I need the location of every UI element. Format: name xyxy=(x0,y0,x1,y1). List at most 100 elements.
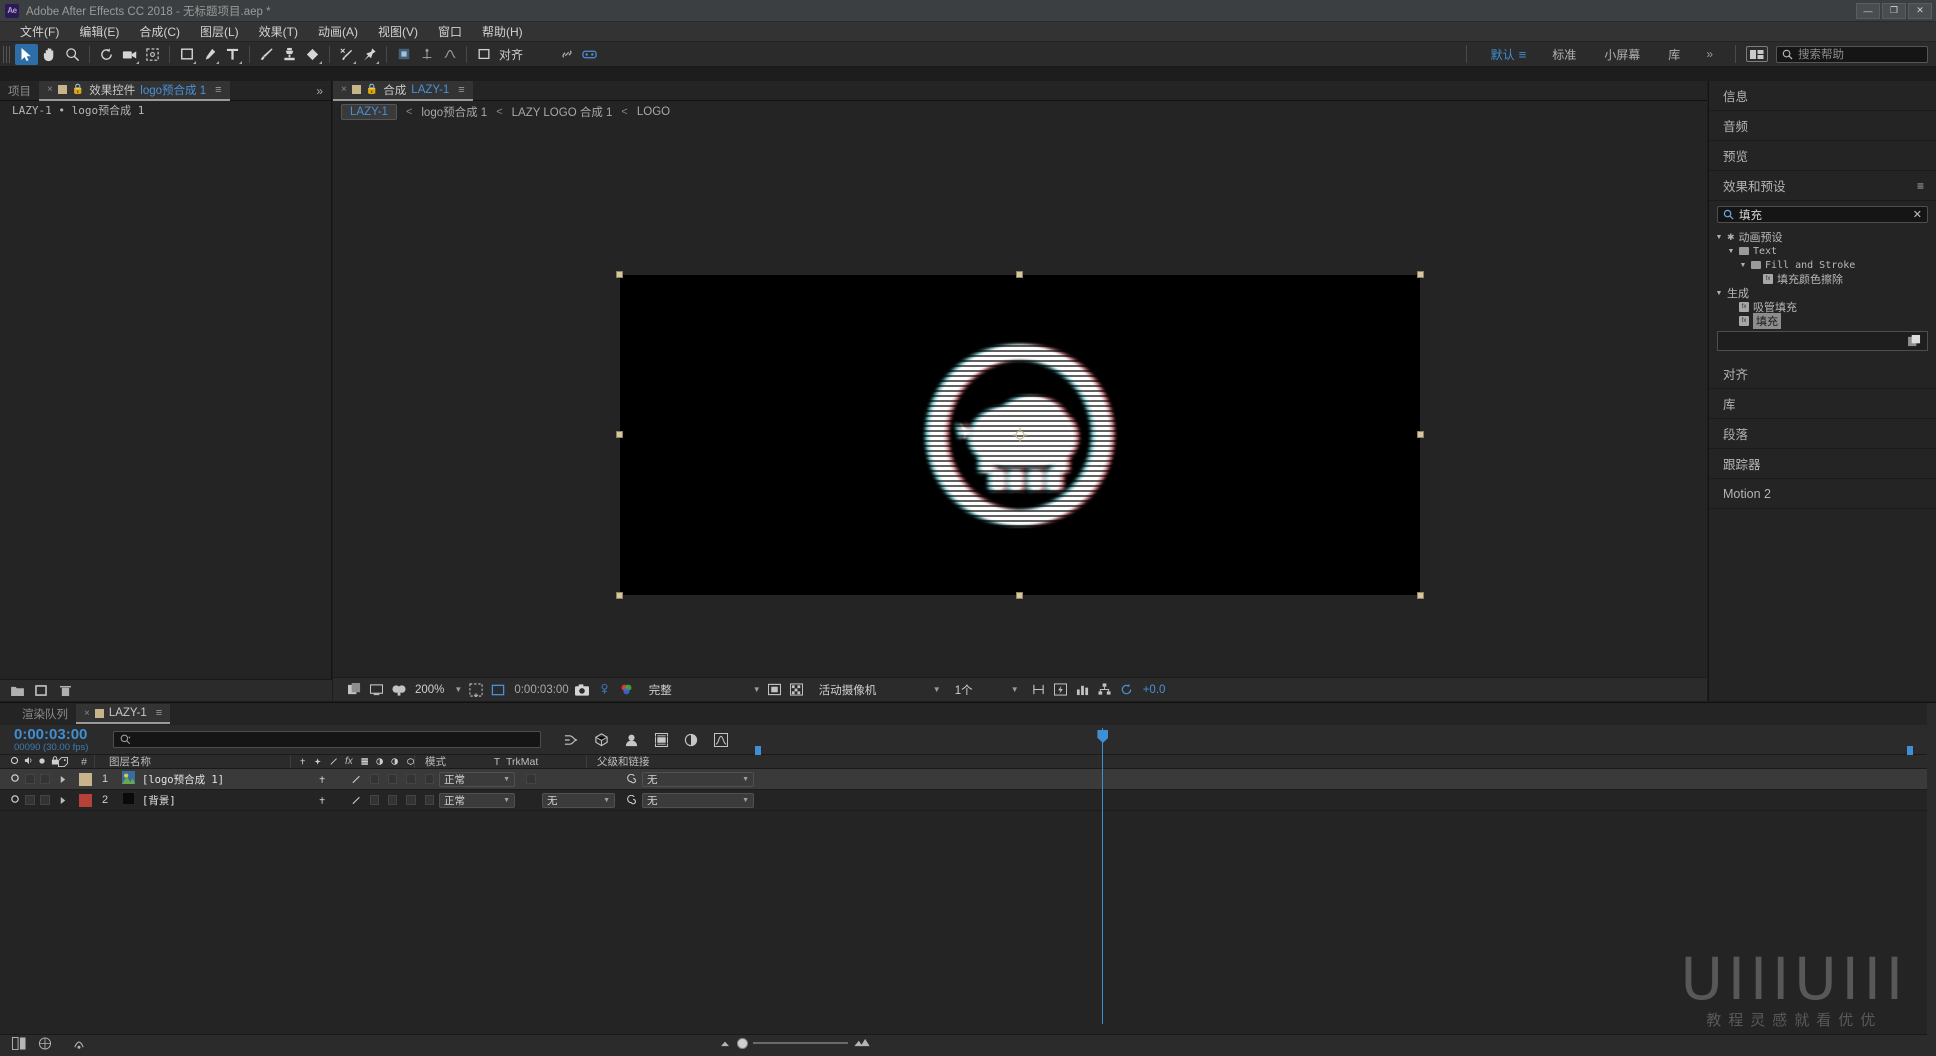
blend-mode-select[interactable]: 正常 ▼ xyxy=(439,771,515,787)
layer-expand-arrow[interactable] xyxy=(52,775,74,784)
new-folder-icon[interactable] xyxy=(10,684,24,698)
tab-timeline-lazy1[interactable]: × LAZY-1 ≡ xyxy=(76,704,171,724)
layer-label-color[interactable] xyxy=(74,772,96,786)
workspace-menu-icon[interactable]: ≡ xyxy=(1519,47,1539,62)
menu-item-0[interactable]: 文件(F) xyxy=(10,23,69,40)
disclosure-triangle-icon[interactable]: ▼ xyxy=(1727,248,1735,255)
pen-tool[interactable] xyxy=(198,44,221,65)
channel-select-icon[interactable] xyxy=(617,681,636,699)
timeline-search-input[interactable] xyxy=(113,731,541,748)
breadcrumb-item-1[interactable]: logo预合成 1 xyxy=(421,104,487,120)
effects-tree-item-2[interactable]: ▼ Fill and Stroke xyxy=(1709,258,1936,272)
new-comp-icon[interactable] xyxy=(34,684,48,698)
parent-select[interactable]: 无 ▼ xyxy=(642,771,754,787)
layer-name-header[interactable]: 图层名称 xyxy=(94,755,290,768)
fast-previews-icon[interactable] xyxy=(1051,681,1070,699)
composition-frame[interactable] xyxy=(620,275,1420,595)
selection-handle-bl[interactable] xyxy=(616,592,623,599)
view-count-select[interactable]: 1个 ▼ xyxy=(951,682,1023,698)
panel-preview[interactable]: 预览 xyxy=(1709,141,1936,171)
selection-handle-mr[interactable] xyxy=(1417,431,1424,438)
comp-flowchart-icon[interactable] xyxy=(1095,681,1114,699)
lock-icon[interactable]: 🔒 xyxy=(72,84,84,95)
zoom-level-select[interactable]: 200% ▼ xyxy=(411,682,466,698)
close-button[interactable]: ✕ xyxy=(1908,2,1932,19)
camera-select[interactable]: 活动摄像机 ▼ xyxy=(815,682,945,698)
parent-pickwhip-icon[interactable] xyxy=(620,773,642,785)
align-icon[interactable] xyxy=(472,44,495,65)
camera-tool[interactable] xyxy=(118,44,141,65)
panel-audio[interactable]: 音频 xyxy=(1709,111,1936,141)
tab-close-icon[interactable]: × xyxy=(84,708,90,719)
effects-tree-item-0[interactable]: ▼ ✱ 动画预设 xyxy=(1709,230,1936,245)
panel-menu-icon[interactable]: ≡ xyxy=(156,707,162,719)
panel-paragraph[interactable]: 段落 xyxy=(1709,419,1936,449)
workspace-default[interactable]: 默认 xyxy=(1477,46,1519,63)
clone-stamp-tool[interactable] xyxy=(278,44,301,65)
layer-expand-arrow[interactable] xyxy=(52,796,74,805)
main-view-icon[interactable] xyxy=(367,681,386,699)
hand-tool[interactable] xyxy=(38,44,61,65)
menu-item-4[interactable]: 效果(T) xyxy=(249,23,308,40)
timeline-scrollbar[interactable] xyxy=(1927,703,1936,1056)
menu-item-5[interactable]: 动画(A) xyxy=(308,23,368,40)
rotation-tool[interactable] xyxy=(95,44,118,65)
layer-parent-cell[interactable]: 无 ▼ xyxy=(642,771,760,787)
solo-toggle[interactable] xyxy=(40,795,50,805)
layer-parent-cell[interactable]: 无 ▼ xyxy=(642,792,760,808)
trkmat-select[interactable]: 无 ▼ xyxy=(542,792,615,808)
disclosure-triangle-icon[interactable]: ▼ xyxy=(1715,290,1723,297)
layer-name-cell[interactable]: [背景] xyxy=(114,791,310,808)
toggle-switches-modes-icon[interactable] xyxy=(12,1036,26,1055)
brush-tool[interactable] xyxy=(255,44,278,65)
disclosure-triangle-icon[interactable]: ▼ xyxy=(1739,262,1747,269)
delete-icon[interactable] xyxy=(58,684,72,698)
video-toggle[interactable] xyxy=(10,773,20,786)
hide-shy-layers-icon[interactable] xyxy=(623,732,639,748)
video-toggle[interactable] xyxy=(10,794,20,807)
panel-menu-icon[interactable]: ≡ xyxy=(1917,179,1924,193)
panel-tracker[interactable]: 跟踪器 xyxy=(1709,449,1936,479)
adjustment-toggle[interactable] xyxy=(424,774,435,784)
eraser-tool[interactable] xyxy=(301,44,324,65)
parent-link-column-header[interactable]: 父级和链接 xyxy=(586,755,706,768)
parent-select[interactable]: 无 ▼ xyxy=(642,792,754,808)
timeline-layer-row[interactable]: 2 [背景] 正常 ▼ 无 ▼ 无 ▼ xyxy=(0,790,1936,811)
effects-tree-item-1[interactable]: ▼ Text xyxy=(1709,244,1936,258)
fx-toggle[interactable] xyxy=(369,795,380,805)
panel-motion2[interactable]: Motion 2 xyxy=(1709,479,1936,509)
always-preview-icon[interactable] xyxy=(345,681,364,699)
effects-search-input[interactable]: 填充 ✕ xyxy=(1717,206,1928,223)
workspace-small-screen[interactable]: 小屏幕 xyxy=(1590,46,1654,63)
menu-item-6[interactable]: 视图(V) xyxy=(368,23,428,40)
draft-3d-icon[interactable] xyxy=(593,732,609,748)
fx-toggle[interactable] xyxy=(369,774,380,784)
effects-tree-item-3[interactable]: fx 填充颜色擦除 xyxy=(1709,272,1936,286)
effects-tree-item-5[interactable]: fx 吸管填充 xyxy=(1709,300,1936,314)
workspace-overflow-icon[interactable]: » xyxy=(1694,47,1725,61)
pan-behind-tool[interactable] xyxy=(141,44,164,65)
motion-blur-toggle-icon[interactable] xyxy=(72,1036,86,1055)
selection-handle-tc[interactable] xyxy=(1016,271,1023,278)
take-snapshot-icon[interactable] xyxy=(573,681,592,699)
graph-tool[interactable] xyxy=(438,44,461,65)
trkmat-column-header[interactable]: TrkMat xyxy=(506,756,586,768)
workspace-layout-icon[interactable] xyxy=(1746,46,1768,62)
layer-label-color[interactable] xyxy=(74,793,96,807)
work-area-handle-start[interactable] xyxy=(755,746,761,755)
type-tool[interactable] xyxy=(221,44,244,65)
clear-search-icon[interactable]: ✕ xyxy=(1913,208,1922,221)
zoom-slider-track[interactable] xyxy=(753,1042,848,1044)
zoom-out-icon[interactable] xyxy=(718,1034,732,1052)
resolution-select[interactable]: 完整 ▼ xyxy=(645,682,765,698)
panel-menu-icon[interactable]: ≡ xyxy=(215,84,221,96)
pixel-aspect-icon[interactable] xyxy=(1029,681,1048,699)
frame-blend-toggle[interactable] xyxy=(388,795,398,805)
link-icon[interactable] xyxy=(555,44,578,65)
vr-icon[interactable] xyxy=(578,44,601,65)
selection-handle-tl[interactable] xyxy=(616,271,623,278)
selection-handle-ml[interactable] xyxy=(616,431,623,438)
breadcrumb-item-0[interactable]: LAZY-1 xyxy=(341,104,397,120)
zoom-in-icon[interactable] xyxy=(853,1034,871,1052)
menu-item-2[interactable]: 合成(C) xyxy=(129,23,190,40)
